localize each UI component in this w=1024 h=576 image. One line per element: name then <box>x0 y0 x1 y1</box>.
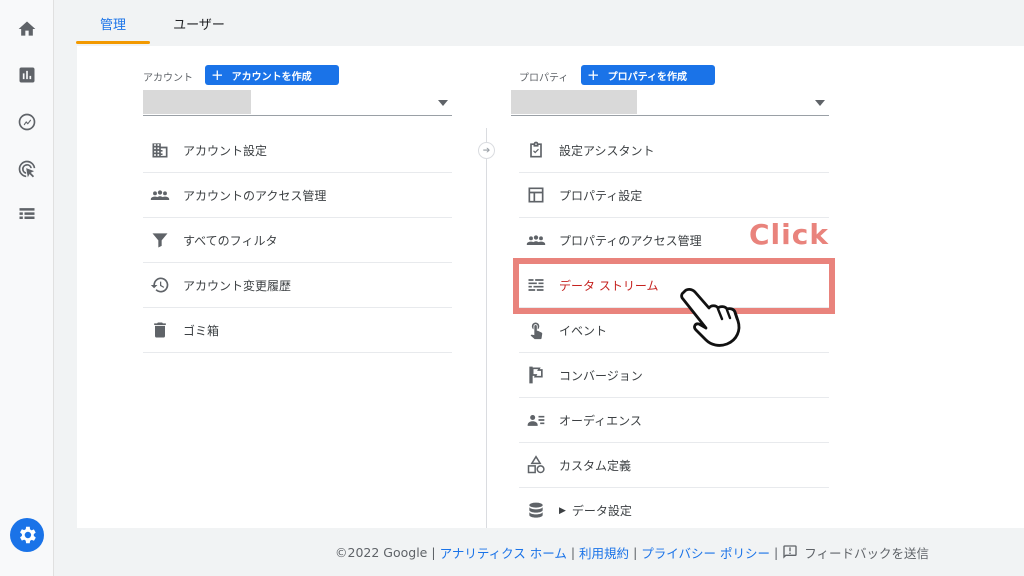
people-icon <box>149 184 171 206</box>
menu-item-account-access[interactable]: アカウントのアクセス管理 <box>143 173 452 218</box>
database-icon <box>525 500 547 522</box>
menu-item-label: イベント <box>559 323 608 338</box>
click-annotation: Click <box>749 218 829 251</box>
menu-item-label: すべてのフィルタ <box>183 233 278 248</box>
menu-item-label: アカウントのアクセス管理 <box>183 188 327 203</box>
filter-icon <box>149 229 171 251</box>
create-property-label: プロパティを作成 <box>607 71 687 83</box>
property-selector[interactable] <box>511 90 829 116</box>
menu-item-custom-definitions[interactable]: カスタム定義 <box>519 443 829 488</box>
menu-item-trash[interactable]: ゴミ箱 <box>143 308 452 353</box>
separator: | <box>431 544 436 560</box>
menu-item-label: ゴミ箱 <box>183 323 220 338</box>
terms-link[interactable]: 利用規約 <box>579 543 629 562</box>
redacted-property-name <box>511 90 637 114</box>
menu-item-label: アカウント設定 <box>183 143 268 158</box>
menu-item-account-settings[interactable]: アカウント設定 <box>143 128 452 173</box>
separator: | <box>633 544 638 560</box>
highlight-frame <box>513 258 835 314</box>
audience-icon <box>525 409 547 431</box>
menu-item-label: カスタム定義 <box>559 458 632 473</box>
arrow-right-icon: ➔ <box>478 142 495 159</box>
menu-item-setup-assistant[interactable]: 設定アシスタント <box>519 128 829 173</box>
shapes-icon <box>525 454 547 476</box>
menu-item-property-settings[interactable]: プロパティ設定 <box>519 173 829 218</box>
bar-chart-icon[interactable] <box>12 60 42 90</box>
explore-icon[interactable] <box>12 107 42 137</box>
gear-icon[interactable] <box>10 518 44 552</box>
home-icon[interactable] <box>12 14 42 44</box>
feedback-label: フィードバックを送信 <box>804 545 929 561</box>
flag-icon <box>525 364 547 386</box>
create-account-label: アカウントを作成 <box>231 71 312 83</box>
menu-item-label: プロパティ設定 <box>559 188 643 203</box>
menu-item-events[interactable]: イベント <box>519 308 829 353</box>
menu-item-label: オーディエンス <box>559 413 642 428</box>
plus-icon: + <box>587 65 600 84</box>
tab-admin[interactable]: 管理 <box>76 0 150 46</box>
menu-item-data-settings[interactable]: ▶ データ設定 <box>519 488 829 533</box>
account-label: アカウント <box>143 73 193 84</box>
advertising-icon[interactable] <box>12 154 42 184</box>
separator: | <box>774 544 779 560</box>
expand-arrow-icon: ▶ <box>559 505 566 516</box>
history-icon <box>149 274 171 296</box>
menu-item-change-history[interactable]: アカウント変更履歴 <box>143 263 452 308</box>
create-account-button[interactable]: + アカウントを作成 <box>205 65 339 85</box>
column-divider <box>486 128 487 528</box>
redacted-account-name <box>143 90 251 114</box>
pointing-hand-icon <box>680 287 741 347</box>
feedback-button[interactable]: フィードバックを送信 <box>782 543 929 562</box>
left-nav-rail <box>0 0 54 576</box>
touch-icon <box>525 319 547 341</box>
menu-item-conversions[interactable]: コンバージョン <box>519 353 829 398</box>
plus-icon: + <box>211 65 224 84</box>
menu-item-label: データ設定 <box>571 504 632 518</box>
chevron-down-icon <box>438 100 448 106</box>
building-icon <box>149 139 171 161</box>
menu-item-label: 設定アシスタント <box>559 143 655 158</box>
people-icon <box>525 229 547 251</box>
list-icon[interactable] <box>12 199 42 229</box>
layout-icon <box>525 184 547 206</box>
copyright: ©2022 Google <box>335 544 428 560</box>
checklist-icon <box>525 139 547 161</box>
menu-item-label: アカウント変更履歴 <box>183 278 292 293</box>
privacy-policy-link[interactable]: プライバシー ポリシー <box>641 543 770 562</box>
tab-bar: 管理 ユーザー <box>54 0 1024 46</box>
menu-item-label: プロパティのアクセス管理 <box>559 233 702 248</box>
analytics-home-link[interactable]: アナリティクス ホーム <box>440 543 567 562</box>
property-label: プロパティ <box>519 73 569 84</box>
tab-users[interactable]: ユーザー <box>164 0 234 46</box>
account-selector[interactable] <box>143 90 452 116</box>
create-property-button[interactable]: + プロパティを作成 <box>581 65 715 85</box>
footer: ©2022 Google | アナリティクス ホーム | 利用規約 | プライバ… <box>335 542 929 562</box>
menu-item-audiences[interactable]: オーディエンス <box>519 398 829 443</box>
chevron-down-icon <box>815 100 825 106</box>
separator: | <box>570 544 576 560</box>
trash-icon <box>149 319 171 341</box>
feedback-icon <box>783 545 797 559</box>
menu-item-all-filters[interactable]: すべてのフィルタ <box>143 218 452 263</box>
menu-item-label: コンバージョン <box>559 368 643 383</box>
